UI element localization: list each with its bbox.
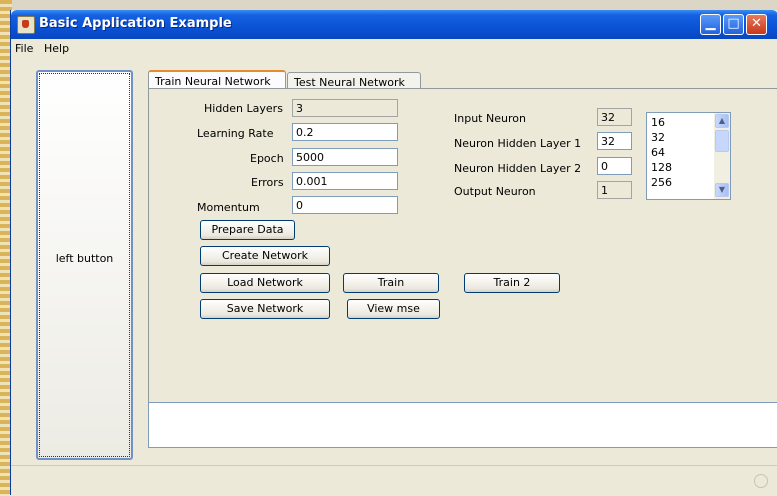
momentum-label: Momentum <box>197 201 260 214</box>
hidden-layer-1-input[interactable]: 32 <box>597 132 632 150</box>
app-icon[interactable] <box>17 16 35 34</box>
menu-bar: File Help <box>11 39 777 59</box>
output-neuron-label: Output Neuron <box>454 185 536 198</box>
hidden-layer-2-label: Neuron Hidden Layer 2 <box>454 162 582 175</box>
list-item[interactable]: 128 <box>651 161 672 174</box>
prepare-data-button[interactable]: Prepare Data <box>200 220 295 240</box>
hidden-layer-2-input[interactable]: 0 <box>597 157 632 175</box>
tab-train-neural-network[interactable]: Train Neural Network <box>148 70 286 90</box>
tab-label: Train Neural Network <box>155 75 271 88</box>
window-title: Basic Application Example <box>39 16 232 31</box>
application-window: Basic Application Example ▁ □ ✕ File Hel… <box>10 10 777 496</box>
epoch-input[interactable]: 5000 <box>292 148 398 166</box>
learning-rate-label: Learning Rate <box>197 127 274 140</box>
maximize-button[interactable]: □ <box>723 14 744 35</box>
momentum-input[interactable]: 0 <box>292 196 398 214</box>
scroll-up-icon[interactable]: ▲ <box>715 114 729 128</box>
status-bar <box>11 465 777 496</box>
neuron-count-list[interactable]: 16 32 64 128 256 ▲ ▼ <box>646 112 731 200</box>
create-network-button[interactable]: Create Network <box>200 246 330 266</box>
output-text-area[interactable] <box>148 402 777 448</box>
learning-rate-input[interactable]: 0.2 <box>292 123 398 141</box>
close-button[interactable]: ✕ <box>746 14 767 35</box>
hidden-layer-1-label: Neuron Hidden Layer 1 <box>454 137 582 150</box>
hidden-layers-label: Hidden Layers <box>204 102 283 115</box>
title-bar[interactable]: Basic Application Example ▁ □ ✕ <box>11 10 777 39</box>
list-item[interactable]: 16 <box>651 116 665 129</box>
train-2-button[interactable]: Train 2 <box>464 273 560 293</box>
view-mse-button[interactable]: View mse <box>347 299 440 319</box>
epoch-label: Epoch <box>250 152 284 165</box>
minimize-icon: ▁ <box>705 16 716 31</box>
maximize-icon: □ <box>727 16 740 31</box>
hidden-layers-field: 3 <box>292 99 398 117</box>
load-network-button[interactable]: Load Network <box>200 273 330 293</box>
left-button-label: left button <box>55 252 114 265</box>
list-scrollbar[interactable]: ▲ ▼ <box>714 113 730 199</box>
close-icon: ✕ <box>751 16 762 31</box>
output-neuron-field: 1 <box>597 181 632 199</box>
errors-input[interactable]: 0.001 <box>292 172 398 190</box>
scroll-down-icon[interactable]: ▼ <box>715 183 729 197</box>
save-network-button[interactable]: Save Network <box>200 299 330 319</box>
minimize-button[interactable]: ▁ <box>700 14 721 35</box>
left-button[interactable]: left button <box>36 70 133 460</box>
errors-label: Errors <box>251 176 284 189</box>
menu-file[interactable]: File <box>15 42 33 55</box>
input-neuron-field: 32 <box>597 108 632 126</box>
list-item[interactable]: 256 <box>651 176 672 189</box>
input-neuron-label: Input Neuron <box>454 112 526 125</box>
list-item[interactable]: 64 <box>651 146 665 159</box>
list-item[interactable]: 32 <box>651 131 665 144</box>
scroll-thumb[interactable] <box>715 130 729 152</box>
menu-help[interactable]: Help <box>44 42 69 55</box>
train-button[interactable]: Train <box>343 273 439 293</box>
resize-grip-icon[interactable] <box>754 474 768 488</box>
